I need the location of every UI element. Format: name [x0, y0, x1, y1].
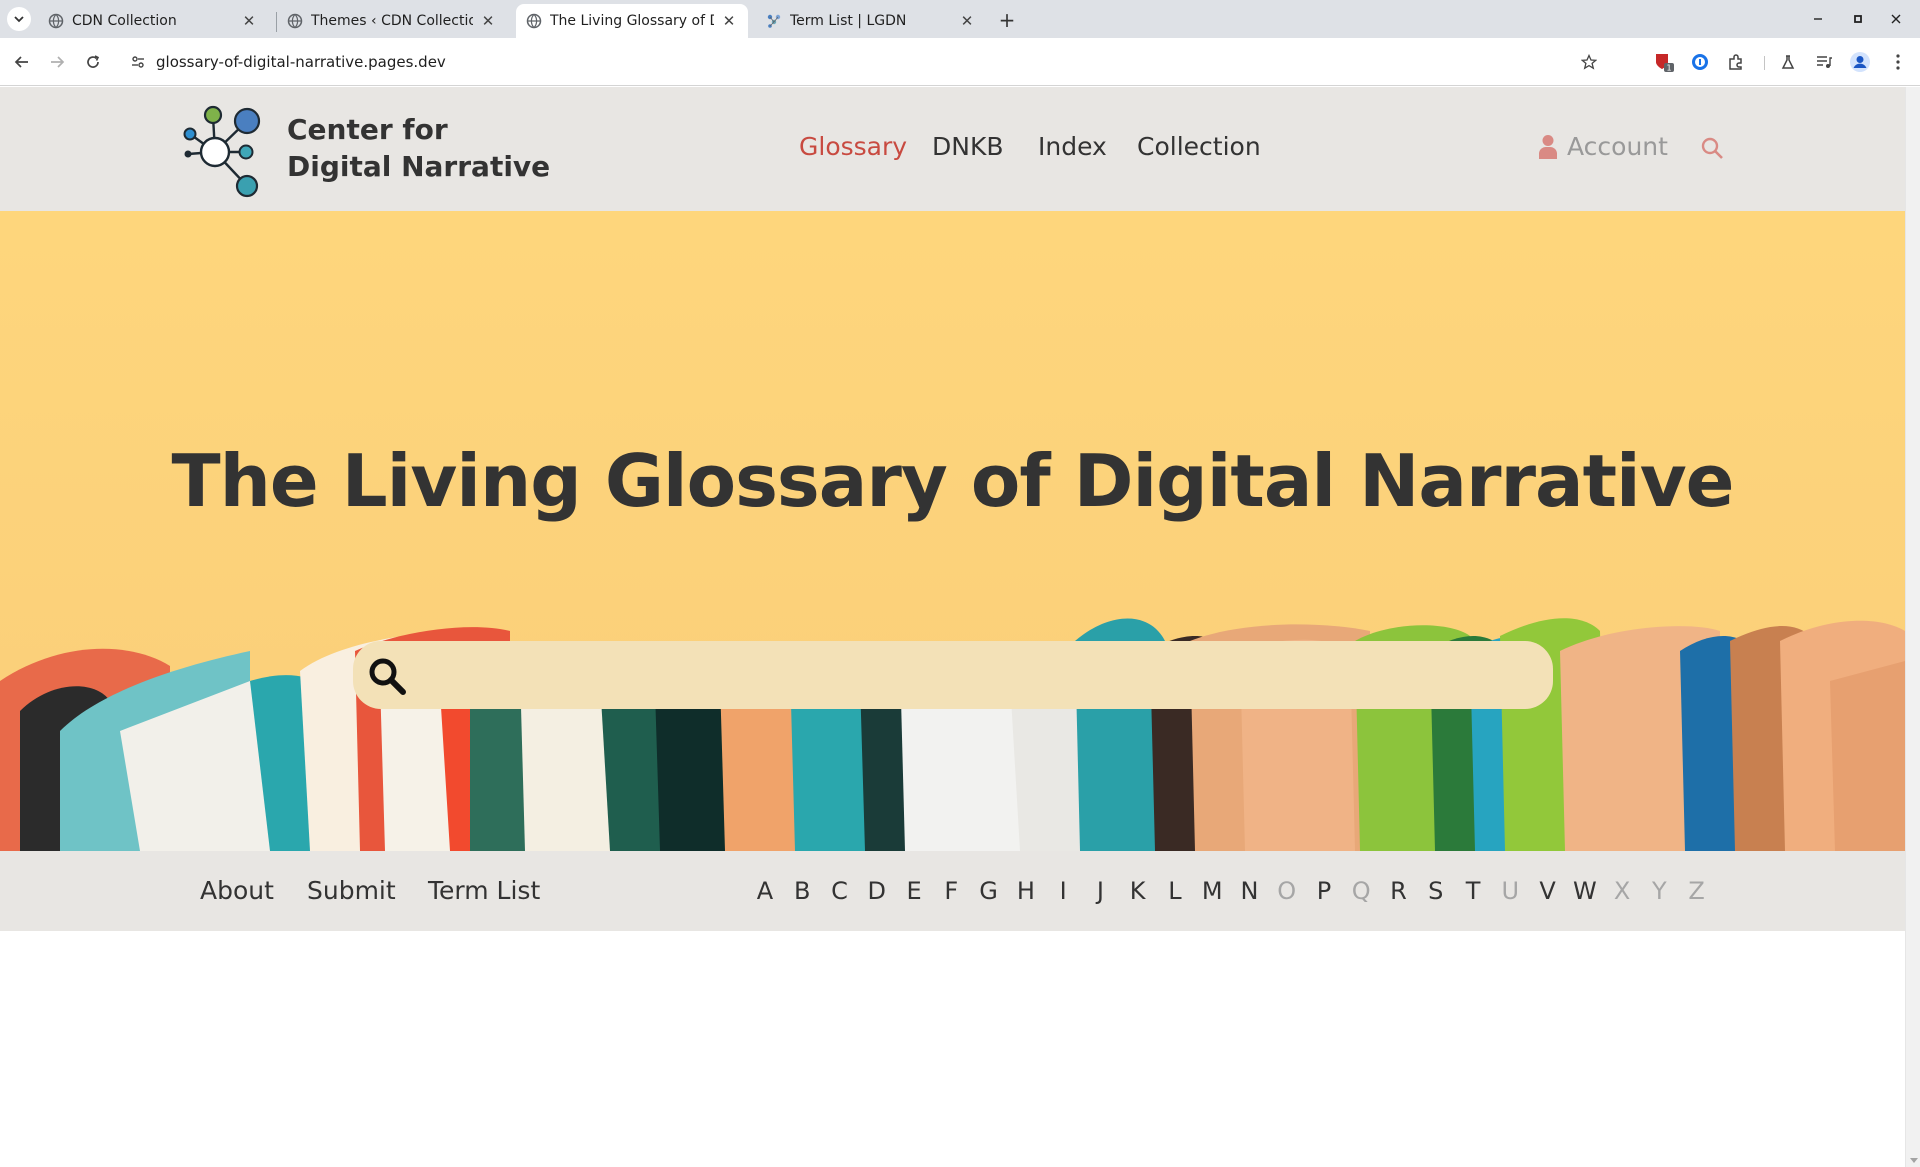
globe-icon [48, 13, 64, 29]
close-icon[interactable]: ✕ [479, 12, 497, 30]
globe-icon [287, 13, 303, 29]
extension-shield-icon[interactable]: 1 [1652, 50, 1676, 74]
link-term-list[interactable]: Term List [428, 876, 540, 905]
kebab-menu-icon[interactable] [1886, 50, 1910, 74]
letter-t[interactable]: T [1460, 877, 1486, 909]
search-icon[interactable] [1700, 136, 1724, 160]
page-title: The Living Glossary of Digital Narrative [171, 439, 1735, 523]
letter-w[interactable]: W [1572, 877, 1598, 909]
letter-x: X [1613, 877, 1631, 905]
letter-v[interactable]: V [1535, 877, 1561, 909]
tab-title: The Living Glossary of Dig [550, 13, 714, 29]
close-icon[interactable]: ✕ [240, 12, 258, 30]
page-scrollbar[interactable] [1905, 87, 1920, 1167]
tab-title: CDN Collection [72, 13, 177, 29]
magnifier-icon[interactable] [367, 656, 407, 696]
letter-k[interactable]: K [1125, 877, 1151, 909]
globe-icon [526, 13, 542, 29]
nav-collection[interactable]: Collection [1137, 132, 1261, 161]
lgdn-favicon-icon [767, 14, 781, 28]
search-input[interactable] [423, 651, 1533, 699]
letter-y: Y [1652, 877, 1667, 905]
bookmark-star-icon[interactable] [1578, 51, 1600, 73]
letter-g[interactable]: G [976, 877, 1002, 909]
account-label: Account [1567, 132, 1668, 161]
browser-toolbar: glossary-of-digital-narrative.pages.dev … [0, 38, 1920, 86]
letter-i[interactable]: I [1050, 877, 1076, 909]
tab-living-glossary[interactable]: The Living Glossary of Dig ✕ [516, 4, 748, 38]
tab-term-list[interactable]: Term List | LGDN ✕ [756, 4, 986, 38]
tab-themes[interactable]: Themes ‹ CDN Collection ✕ [277, 4, 507, 38]
letter-s[interactable]: S [1423, 877, 1449, 909]
glossary-subnav: About Submit Term List A B C D E F G H I… [0, 851, 1905, 931]
hero-banner: The Living Glossary of Digital Narrative [0, 211, 1905, 851]
nav-index[interactable]: Index [1038, 132, 1107, 161]
logo-line-1: Center for [287, 113, 448, 146]
logo-line-2: Digital Narrative [287, 150, 551, 183]
letter-e[interactable]: E [901, 877, 927, 909]
scroll-down-arrow-icon[interactable] [1910, 1158, 1918, 1163]
page-viewport: Center for Digital Narrative Glossary DN… [0, 87, 1905, 1167]
nav-glossary[interactable]: Glossary [799, 132, 907, 161]
labs-flask-icon[interactable] [1776, 50, 1800, 74]
alphabet-index: A B C D E F G H I J K L M N O P Q R S T … [752, 877, 1710, 909]
minimize-icon[interactable] [1800, 5, 1836, 33]
site-logo-text[interactable]: Center for Digital Narrative [287, 111, 550, 185]
link-submit[interactable]: Submit [307, 876, 396, 905]
letter-n[interactable]: N [1236, 877, 1262, 909]
close-window-icon[interactable] [1878, 5, 1914, 33]
letter-l[interactable]: L [1162, 877, 1188, 909]
letter-p[interactable]: P [1311, 877, 1337, 909]
media-list-icon[interactable] [1812, 50, 1836, 74]
tab-strip: CDN Collection ✕ Themes ‹ CDN Collection… [0, 0, 1920, 38]
letter-q: Q [1351, 877, 1371, 905]
letter-o: O [1277, 877, 1297, 905]
toolbar-divider [1764, 56, 1765, 70]
plus-icon[interactable]: + [994, 7, 1020, 33]
puzzle-icon[interactable] [1724, 50, 1748, 74]
site-info-icon[interactable] [128, 52, 148, 72]
person-icon [1539, 134, 1557, 159]
letter-r[interactable]: R [1386, 877, 1412, 909]
url-text: glossary-of-digital-narrative.pages.dev [156, 53, 446, 71]
close-icon[interactable]: ✕ [720, 12, 738, 30]
letter-m[interactable]: M [1199, 877, 1225, 909]
logo-network-icon[interactable] [183, 104, 263, 198]
letter-a[interactable]: A [752, 877, 778, 909]
site-header: Center for Digital Narrative Glossary DN… [0, 87, 1905, 211]
close-icon[interactable]: ✕ [958, 12, 976, 30]
nav-dnkb[interactable]: DNKB [932, 132, 1004, 161]
letter-f[interactable]: F [938, 877, 964, 909]
forward-arrow-icon[interactable] [43, 48, 71, 76]
letter-b[interactable]: B [789, 877, 815, 909]
letter-u: U [1501, 877, 1520, 905]
link-about[interactable]: About [200, 876, 274, 905]
maximize-icon[interactable] [1840, 5, 1876, 33]
tab-cdn-collection[interactable]: CDN Collection ✕ [38, 4, 268, 38]
letter-j[interactable]: J [1087, 877, 1113, 909]
tab-title: Themes ‹ CDN Collection [311, 13, 473, 29]
tab-title: Term List | LGDN [790, 13, 907, 29]
svg-text:1: 1 [1666, 64, 1671, 73]
address-bar[interactable]: glossary-of-digital-narrative.pages.dev [120, 44, 1602, 80]
profile-avatar-icon[interactable] [1848, 50, 1872, 74]
scroll-thumb[interactable] [1909, 89, 1918, 1149]
password-manager-icon[interactable] [1688, 50, 1712, 74]
letter-d[interactable]: D [864, 877, 890, 909]
reload-icon[interactable] [79, 48, 107, 76]
letter-z: Z [1688, 877, 1705, 905]
books-illustration [0, 211, 1905, 851]
tab-search-icon[interactable] [7, 7, 31, 31]
glossary-search[interactable] [353, 641, 1553, 709]
letter-h[interactable]: H [1013, 877, 1039, 909]
letter-c[interactable]: C [827, 877, 853, 909]
back-arrow-icon[interactable] [8, 48, 36, 76]
account-link[interactable]: Account [1538, 132, 1668, 161]
